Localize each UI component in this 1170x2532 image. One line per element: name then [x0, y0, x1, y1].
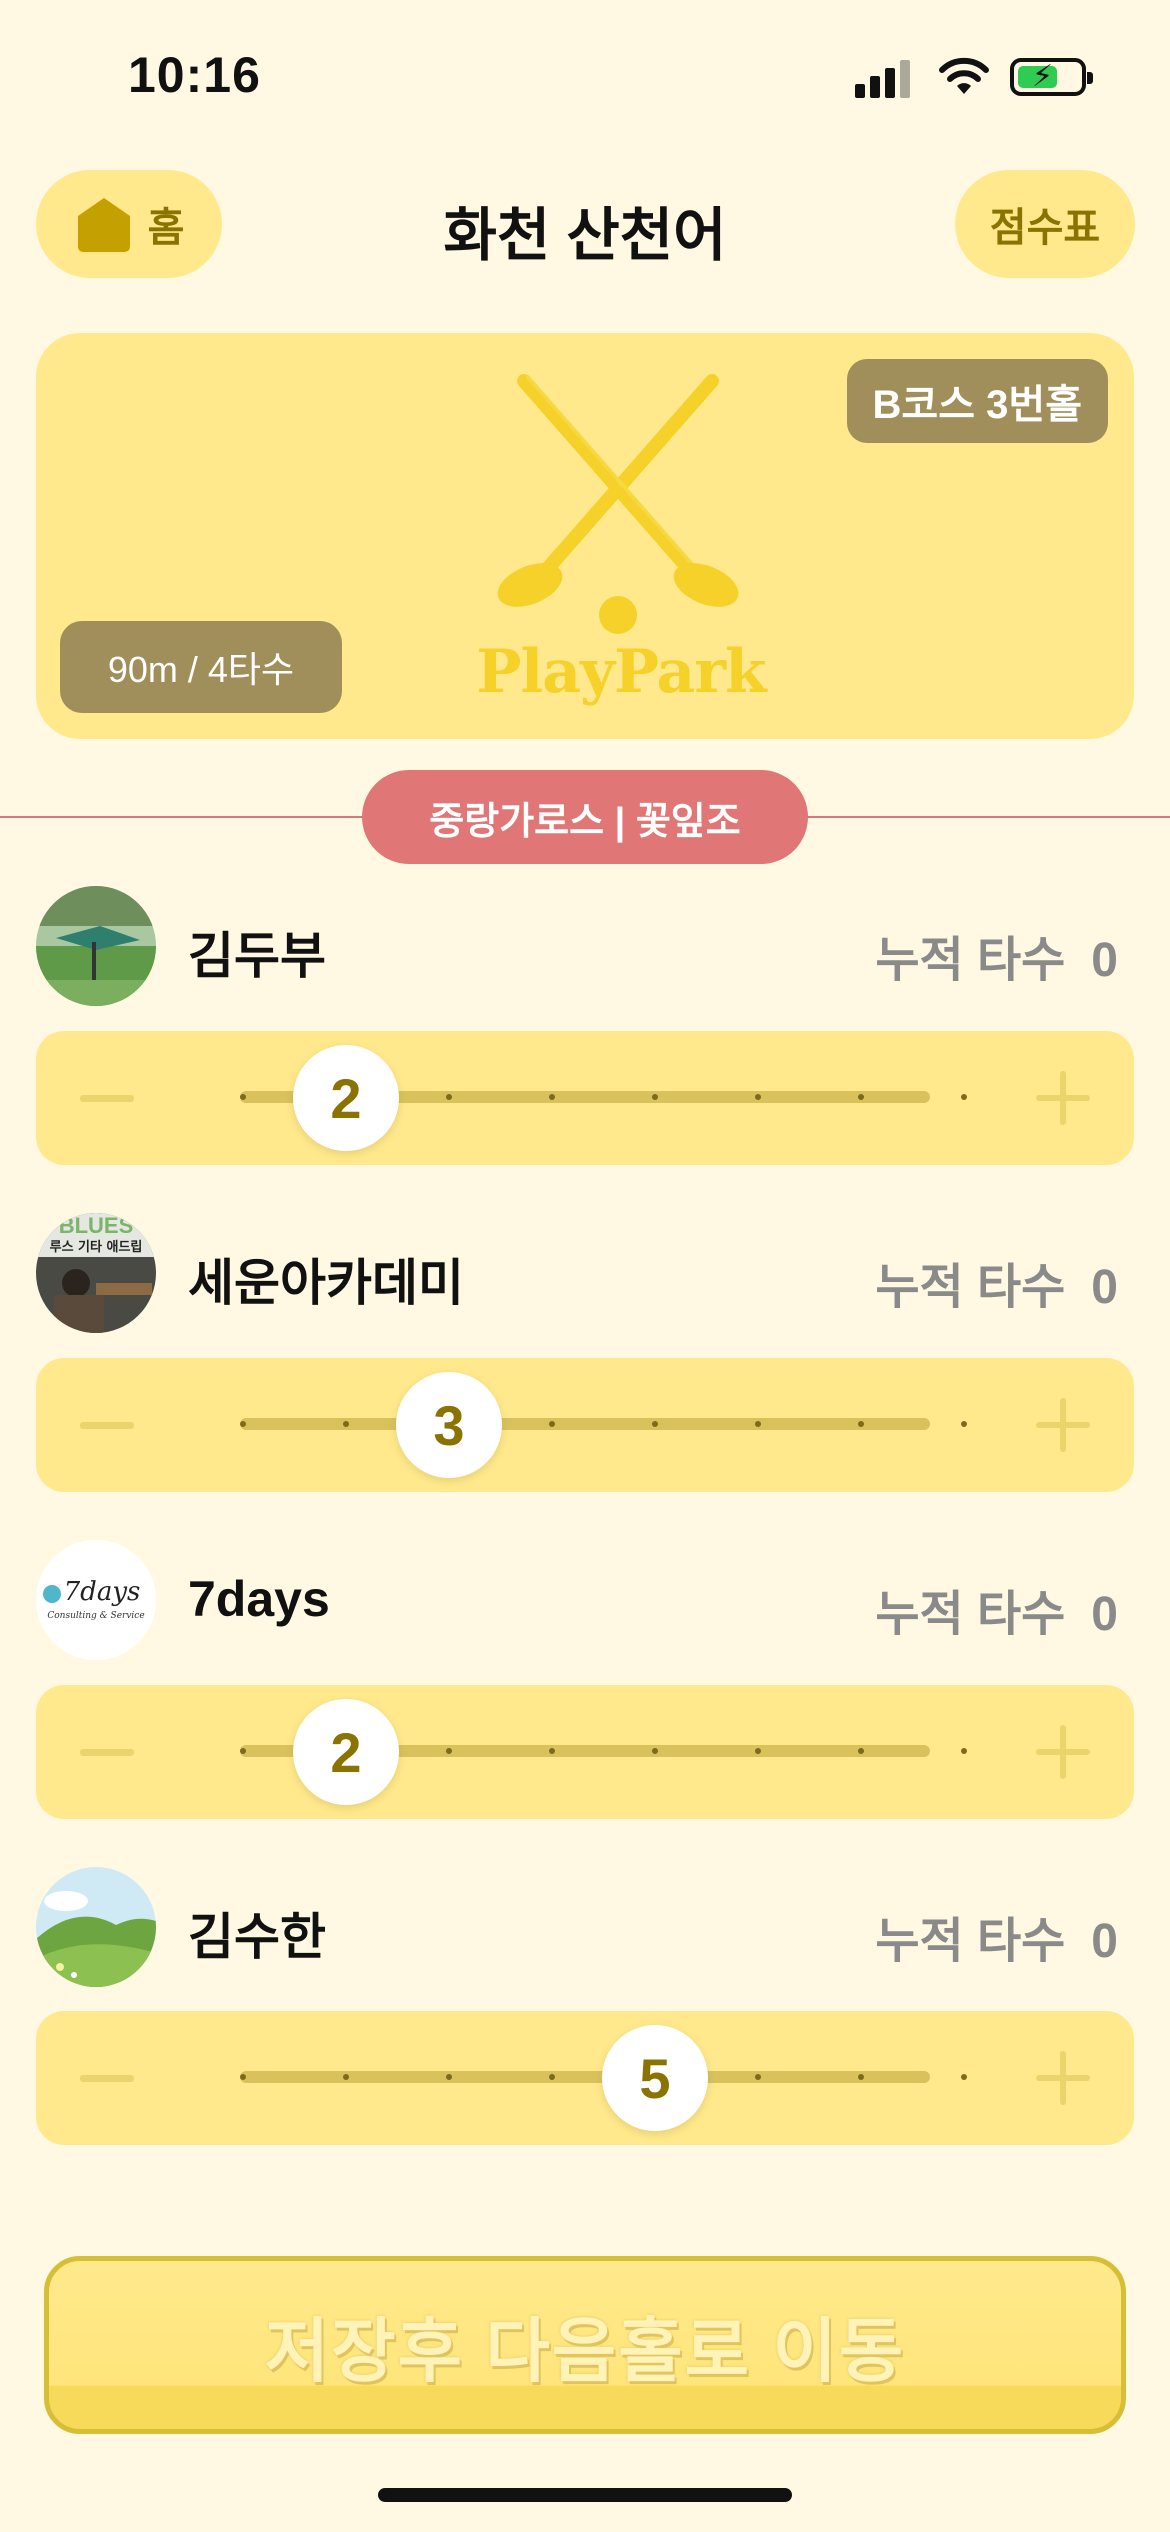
scorecard-button-label: 점수표 [989, 206, 1101, 250]
stroke-tick-dot [755, 1421, 761, 1427]
stroke-tick-dot [446, 1094, 452, 1100]
distance-par-badge: 90m / 4타수 [60, 621, 342, 713]
avatar-logo-text: 7days [64, 1577, 141, 1607]
stroke-tick-dot [652, 1094, 658, 1100]
stroke-tick-dot [652, 1748, 658, 1754]
cumulative-label: 누적 타수 [875, 1261, 1066, 1314]
save-next-hole-button[interactable]: 저장후 다음홀로 이동 [44, 2256, 1126, 2434]
stroke-stepper[interactable]: 3 [36, 1358, 1134, 1492]
cumulative-label: 누적 타수 [875, 934, 1066, 987]
plus-icon-stem[interactable] [1060, 1071, 1066, 1125]
stroke-tick-dot [343, 2074, 349, 2080]
brand-name: PlayPark [476, 637, 766, 707]
avatar: BLUES 루스 기타 애드립 [36, 1213, 156, 1333]
stroke-tick-dot [446, 2074, 452, 2080]
stroke-tick-dot [240, 1094, 246, 1100]
group-tag: 중랑가로스 | 꽃잎조 [362, 770, 808, 864]
stroke-slider-knob[interactable]: 5 [602, 2025, 708, 2131]
stroke-tick-dot [549, 1421, 555, 1427]
minus-icon[interactable] [80, 2075, 134, 2082]
minus-icon[interactable] [80, 1422, 134, 1429]
stroke-tick-dot [961, 1748, 967, 1754]
cumulative-value: 0 [1091, 1588, 1118, 1641]
status-time: 10:16 [128, 47, 261, 103]
stroke-tick-dot [755, 2074, 761, 2080]
save-button-label: 저장후 다음홀로 이동 [264, 2311, 906, 2390]
stroke-tick-dot [961, 1094, 967, 1100]
stroke-stepper[interactable]: 2 [36, 1031, 1134, 1165]
stroke-tick-dot [858, 1748, 864, 1754]
avatar [36, 886, 156, 1006]
stroke-tick-dot [446, 1748, 452, 1754]
cellular-signal-icon [855, 58, 915, 98]
player-name: 김수한 [188, 1909, 326, 1965]
player-row: 7days Consulting & Service 7days 누적 타수 0 [36, 1540, 1134, 1660]
avatar-caption: 루스 기타 애드립 [50, 1239, 143, 1255]
avatar-logo-subtext: Consulting & Service [47, 1611, 144, 1621]
cumulative-strokes: 누적 타수 0 [875, 920, 1118, 990]
minus-icon[interactable] [80, 1749, 134, 1756]
minus-icon[interactable] [80, 1095, 134, 1102]
cumulative-label: 누적 타수 [875, 1915, 1066, 1968]
cumulative-strokes: 누적 타수 0 [875, 1901, 1118, 1971]
stroke-tick-dot [858, 1421, 864, 1427]
stroke-stepper[interactable]: 2 [36, 1685, 1134, 1819]
hole-info-card: PlayPark B코스 3번홀 90m / 4타수 [36, 333, 1134, 739]
stroke-tick-dot [549, 1748, 555, 1754]
player-row: 김두부 누적 타수 0 [36, 886, 1134, 1006]
player-row: BLUES 루스 기타 애드립 세운아카데미 누적 타수 0 [36, 1213, 1134, 1333]
player-name: 세운아카데미 [188, 1255, 464, 1311]
hole-badge: B코스 3번홀 [846, 359, 1108, 443]
home-indicator [378, 2488, 792, 2502]
player-name: 7days [188, 1571, 330, 1627]
plus-icon-stem[interactable] [1060, 1398, 1066, 1452]
stroke-slider-knob[interactable]: 2 [293, 1699, 399, 1805]
cumulative-value: 0 [1091, 1261, 1118, 1314]
stroke-tick-dot [755, 1094, 761, 1100]
stroke-tick-dot [343, 1421, 349, 1427]
stroke-tick-dot [240, 2074, 246, 2080]
scorecard-button[interactable]: 점수표 [955, 170, 1135, 278]
cumulative-label: 누적 타수 [875, 1588, 1066, 1641]
cumulative-strokes: 누적 타수 0 [875, 1574, 1118, 1644]
stroke-tick-dot [858, 2074, 864, 2080]
cumulative-value: 0 [1091, 934, 1118, 987]
stroke-tick-dot [858, 1094, 864, 1100]
stroke-slider-knob[interactable]: 3 [396, 1372, 502, 1478]
svg-text:BLUES: BLUES [59, 1213, 134, 1238]
wifi-icon [939, 57, 989, 94]
stroke-tick-dot [240, 1748, 246, 1754]
stroke-tick-dot [549, 1094, 555, 1100]
player-name: 김두부 [188, 928, 326, 984]
stroke-tick-dot [961, 2074, 967, 2080]
stroke-tick-dot [549, 2074, 555, 2080]
battery-icon: ⚡ [1010, 58, 1093, 96]
stroke-tick-dot [961, 1421, 967, 1427]
stroke-tick-dot [652, 1421, 658, 1427]
cumulative-value: 0 [1091, 1915, 1118, 1968]
stroke-tick-dot [240, 1421, 246, 1427]
cumulative-strokes: 누적 타수 0 [875, 1247, 1118, 1317]
stroke-slider-knob[interactable]: 2 [293, 1045, 399, 1151]
stroke-stepper[interactable]: 5 [36, 2011, 1134, 2145]
plus-icon-stem[interactable] [1060, 2051, 1066, 2105]
avatar: 7days Consulting & Service [36, 1540, 156, 1660]
stroke-tick-dot [755, 1748, 761, 1754]
player-row: 김수한 누적 타수 0 [36, 1867, 1134, 1987]
avatar [36, 1867, 156, 1987]
plus-icon-stem[interactable] [1060, 1725, 1066, 1779]
